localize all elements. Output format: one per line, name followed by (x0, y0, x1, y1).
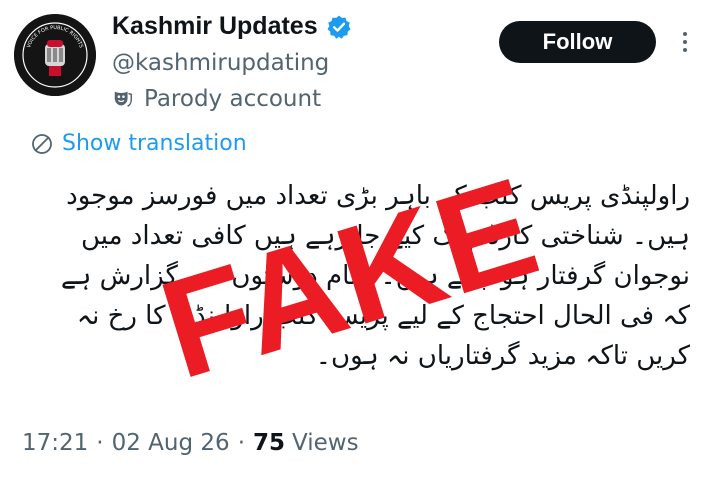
more-vertical-icon[interactable] (678, 28, 692, 56)
tweet-meta: 17:21 · 02 Aug 26 · 75 Views (22, 430, 359, 456)
tweet-line-5: کریں تاکہ مزید گرفتاریاں نہ ہوں۔ (315, 341, 690, 371)
show-translation-label[interactable]: Show translation (62, 131, 247, 156)
parody-account-label: Parody account (144, 86, 322, 112)
tweet-text: راولپنڈی پریس کلب کے باہر بڑی تعداد میں … (30, 176, 690, 376)
parody-label-row: Parody account (112, 86, 321, 112)
show-translation-link[interactable]: Show translation (30, 131, 247, 156)
tweet-line-1: راولپنڈی پریس کلب کے باہر بڑی تعداد میں … (66, 181, 690, 211)
verified-badge-icon (327, 15, 351, 39)
display-name[interactable]: Kashmir Updates (112, 12, 318, 41)
account-name-row: Kashmir Updates (112, 12, 352, 41)
tweet-time[interactable]: 17:21 (22, 430, 88, 456)
views-label: Views (292, 430, 359, 456)
meta-separator: · (237, 430, 245, 456)
meta-separator: · (96, 430, 104, 456)
tweet-line-4: کہ فی الحال احتجاج کے لیے پریس کلب راولپ… (76, 301, 690, 331)
views-count: 75 (253, 430, 286, 456)
avatar-logo: VOICE FOR PUBLIC RIGHTS (14, 14, 96, 96)
globe-icon (32, 133, 52, 154)
tweet-line-3: نوجوان گرفتار ہو چکے ہیں۔ تمام دوستوں سے… (60, 261, 690, 291)
tweet-date[interactable]: 02 Aug 26 (112, 430, 230, 456)
account-handle[interactable]: @kashmirupdating (112, 50, 329, 76)
tweet-line-2: ہیں۔ شناختی کارڈ چیک کیے جا رہے ہیں کافی… (80, 221, 690, 251)
theater-masks-icon (114, 91, 132, 107)
follow-button[interactable]: Follow (499, 21, 656, 63)
avatar[interactable]: VOICE FOR PUBLIC RIGHTS (14, 14, 96, 96)
